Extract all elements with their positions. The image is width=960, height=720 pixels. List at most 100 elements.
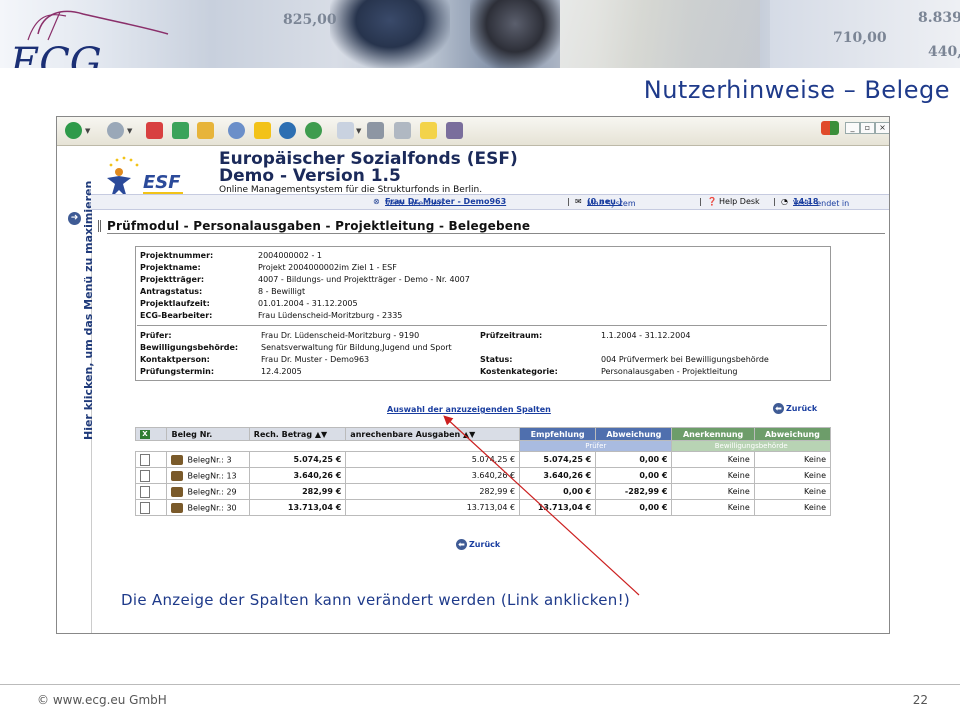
back-button-bottom[interactable]: ⬅ Zurück: [456, 539, 500, 550]
forward-icon[interactable]: [107, 122, 124, 139]
svg-text:ECG: ECG: [9, 40, 102, 68]
status-bar: ⊗ Verb. beenden Frau Dr. Muster - Demo96…: [91, 194, 889, 210]
document-icon[interactable]: [134, 467, 168, 484]
edit-icon[interactable]: [171, 470, 184, 481]
app-version: Demo - Version 1.5: [219, 166, 401, 186]
info-row: Projektnummer: 2004000002 - 1: [140, 251, 322, 260]
search-icon[interactable]: [228, 122, 245, 139]
section-divider: [107, 233, 885, 234]
table-cell: Keine: [753, 483, 832, 500]
table-cell: Keine: [671, 467, 755, 484]
table-cell: BelegNr.: 30: [166, 499, 250, 516]
info-row: Projektträger: 4007 - Bildungs- und Proje…: [140, 275, 470, 284]
info-row: Projektname: Projekt 2004000002im Ziel 1 …: [140, 263, 397, 272]
stop-icon[interactable]: [146, 122, 163, 139]
document-icon[interactable]: [134, 483, 168, 500]
close-button[interactable]: ×: [875, 122, 889, 134]
column-header[interactable]: Rech. Betrag ▲▼: [248, 427, 347, 441]
home-icon[interactable]: [197, 122, 214, 139]
info-row: ECG-Bearbeiter: Frau Lüdenscheid-Moritzbu…: [140, 311, 403, 320]
table-subheader-row: Prüfer Bewilligungsbehörde: [136, 440, 831, 452]
table-cell: Keine: [753, 451, 832, 468]
menu-expand-hint[interactable]: Hier klicken, um das Menü zu maximieren: [82, 181, 95, 440]
separator: |: [699, 197, 702, 206]
chevron-down-icon[interactable]: ▼: [85, 127, 90, 135]
select-columns-link[interactable]: Auswahl der anzuzeigenden Spalten: [387, 405, 551, 414]
favorites-icon[interactable]: [254, 122, 271, 139]
column-header[interactable]: Beleg Nr.: [166, 427, 250, 441]
messenger-icon[interactable]: [446, 122, 463, 139]
edit-icon[interactable]: [171, 454, 184, 465]
section-grip-icon: [98, 220, 107, 232]
table-row[interactable]: BelegNr.: 3 5.074,25 € 5.074,25 € 5.074,…: [134, 451, 832, 468]
info-divider: [137, 325, 827, 326]
back-arrow-icon: ⬅: [456, 539, 467, 550]
slide-banner: 825,00 8.839,0 710,00 440,0 ECG: [0, 0, 960, 68]
edit-icon[interactable]: [394, 122, 411, 139]
table-cell: 0,00 €: [595, 467, 673, 484]
session-timer-link[interactable]: Verb. endet in 14:18: [793, 197, 849, 208]
table-row[interactable]: BelegNr.: 30 13.713,04 € 13.713,04 € 13.…: [134, 499, 832, 516]
table-cell: 282,99 €: [248, 483, 347, 500]
info-row: Prüfzeitraum: 1.1.2004 - 31.12.2004: [480, 331, 691, 340]
subheader-bewilligungsbehoerde: Bewilligungsbehörde: [671, 440, 831, 452]
subheader-pruefer: Prüfer: [519, 440, 673, 452]
table-cell: 3.640,26 €: [345, 467, 521, 484]
table-cell: 0,00 €: [595, 499, 673, 516]
logout-icon[interactable]: ⊗: [373, 197, 380, 206]
banner-photo-documents: [560, 0, 760, 68]
table-cell: Keine: [753, 467, 832, 484]
column-header[interactable]: Abweichung: [595, 427, 673, 441]
back-button-top[interactable]: ⬅ Zurück: [773, 403, 817, 414]
edit-icon[interactable]: [171, 502, 184, 513]
logout-link[interactable]: Verb. beenden Frau Dr. Muster - Demo963: [385, 197, 506, 208]
footer-copyright: © www.ecg.eu GmbH: [37, 693, 167, 707]
column-header[interactable]: Abweichung: [753, 427, 832, 441]
info-row: Projektlaufzeit: 01.01.2004 - 31.12.2005: [140, 299, 358, 308]
table-cell: Keine: [671, 451, 755, 468]
column-header[interactable]: Anerkennung: [671, 427, 755, 441]
folder-icon[interactable]: [420, 122, 437, 139]
question-icon[interactable]: ❓: [707, 197, 717, 206]
spacer: [136, 441, 520, 452]
restore-button[interactable]: ▫: [860, 122, 875, 134]
history-icon[interactable]: [305, 122, 322, 139]
chevron-down-icon[interactable]: ▼: [356, 127, 361, 135]
table-cell: 282,99 €: [345, 483, 521, 500]
media-icon[interactable]: [279, 122, 296, 139]
table-row[interactable]: BelegNr.: 29 282,99 € 282,99 € 0,00 € -2…: [134, 483, 832, 500]
table-cell: BelegNr.: 13: [166, 467, 250, 484]
chevron-down-icon[interactable]: ▼: [127, 127, 132, 135]
table-cell: 13.713,04 €: [248, 499, 347, 516]
column-header[interactable]: anrechenbare Ausgaben ▲▼: [345, 427, 521, 441]
helpdesk-link[interactable]: Help Desk: [719, 197, 760, 206]
table-cell: 0,00 €: [519, 483, 597, 500]
banner-photo-person: [330, 0, 450, 68]
collapsed-menu-sidebar[interactable]: ➜ Hier klicken, um das Menü zu maximiere…: [57, 146, 95, 633]
print-icon[interactable]: [367, 122, 384, 139]
edit-icon[interactable]: [171, 486, 184, 497]
page-content: ➜ Hier klicken, um das Menü zu maximiere…: [57, 146, 889, 633]
banner-number: 825,00: [283, 12, 337, 28]
mail-icon[interactable]: [337, 122, 354, 139]
clock-icon: ◔: [781, 197, 788, 206]
banner-number: 710,00: [833, 30, 887, 46]
section-title: Prüfmodul - Personalausgaben - Projektle…: [107, 219, 531, 233]
back-icon[interactable]: [65, 122, 82, 139]
window-controls: _ ▫ ×: [817, 117, 889, 145]
table-cell: BelegNr.: 29: [166, 483, 250, 500]
project-info-box: Projektnummer: 2004000002 - 1 Projektname…: [135, 246, 831, 381]
document-icon[interactable]: [134, 499, 168, 516]
minimize-button[interactable]: _: [845, 122, 860, 134]
document-icon[interactable]: [134, 451, 168, 468]
mail-system-link[interactable]: Mail System (0 neu ): [587, 197, 636, 208]
refresh-icon[interactable]: [172, 122, 189, 139]
table-cell: Keine: [753, 499, 832, 516]
table-row[interactable]: BelegNr.: 13 3.640,26 € 3.640,26 € 3.640…: [134, 467, 832, 484]
column-header[interactable]: Empfehlung: [519, 427, 597, 441]
mail-icon[interactable]: ✉: [575, 197, 582, 206]
table-cell: Keine: [671, 499, 755, 516]
excel-export-icon[interactable]: X: [134, 427, 168, 441]
banner-number: 440,0: [928, 44, 960, 60]
expand-menu-icon[interactable]: ➜: [68, 212, 81, 225]
